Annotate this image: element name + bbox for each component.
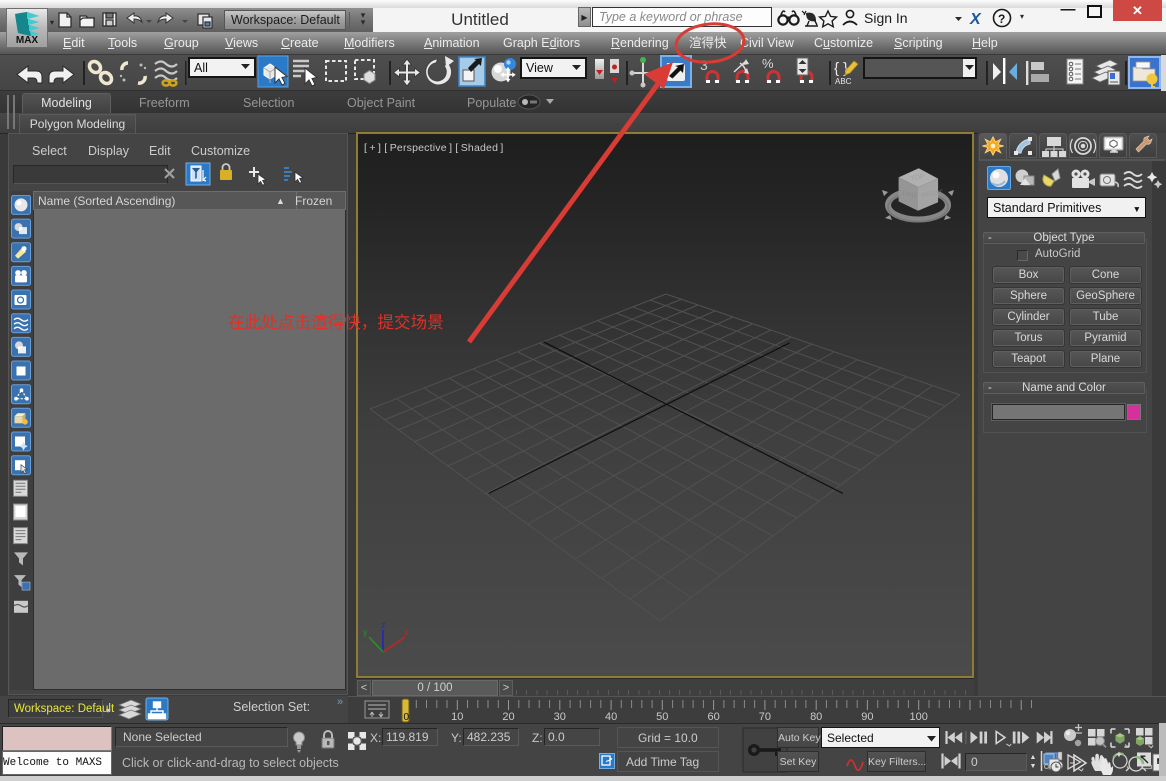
svg-text:10: 10	[451, 711, 463, 723]
svg-text:30: 30	[554, 711, 566, 723]
svg-text:0: 0	[404, 712, 410, 723]
svg-text:y: y	[363, 627, 368, 637]
svg-text:70: 70	[759, 711, 771, 723]
svg-text:100: 100	[910, 711, 928, 723]
svg-text:80: 80	[810, 711, 822, 723]
svg-text:%: %	[762, 56, 774, 71]
svg-text:3: 3	[700, 57, 708, 73]
svg-text:90: 90	[861, 711, 873, 723]
svg-text:x: x	[404, 627, 409, 637]
svg-text:20: 20	[502, 711, 514, 723]
svg-text:Sign In: Sign In	[864, 10, 908, 26]
svg-text:All: All	[194, 61, 208, 75]
svg-text:60: 60	[707, 711, 719, 723]
svg-text:50: 50	[656, 711, 668, 723]
svg-text:z: z	[381, 620, 386, 630]
svg-text:X: X	[969, 11, 982, 28]
svg-text:?: ?	[998, 12, 1005, 26]
svg-text:40: 40	[605, 711, 617, 723]
svg-text:View: View	[526, 61, 554, 75]
svg-text:ABC: ABC	[835, 77, 852, 86]
